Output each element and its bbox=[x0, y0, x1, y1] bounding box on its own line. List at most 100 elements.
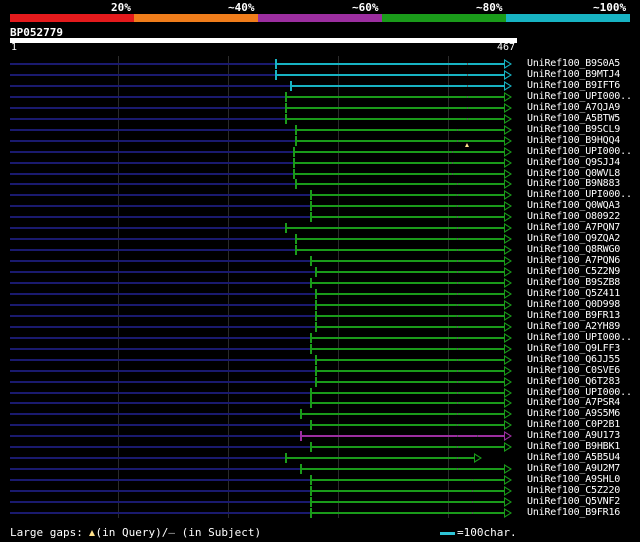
hit-name-link[interactable]: UniRef100_Q9SJJ4 bbox=[527, 157, 620, 168]
segment-tick bbox=[471, 512, 473, 514]
query-line bbox=[10, 370, 317, 372]
hit-name-link[interactable]: UniRef100_A7PQN7 bbox=[527, 222, 620, 233]
hit-name-link[interactable]: UniRef100_B9S0A5 bbox=[527, 58, 620, 69]
segment-tick bbox=[466, 107, 468, 109]
hit-bar[interactable] bbox=[311, 501, 505, 503]
hit-bar[interactable] bbox=[311, 446, 505, 448]
hit-name-link[interactable]: UniRef100_UPI000.. bbox=[527, 189, 632, 200]
hit-bar[interactable] bbox=[316, 326, 505, 328]
hit-bar[interactable] bbox=[296, 140, 505, 142]
hit-name-link[interactable]: UniRef100_UPI000.. bbox=[527, 332, 632, 343]
hit-bar[interactable] bbox=[301, 468, 505, 470]
hit-bar[interactable] bbox=[293, 162, 505, 164]
hit-bar[interactable] bbox=[301, 435, 505, 437]
hit-bar[interactable] bbox=[316, 315, 505, 317]
segment-tick bbox=[456, 249, 458, 251]
hit-name-link[interactable]: UniRef100_O80922 bbox=[527, 211, 620, 222]
hit-bar[interactable] bbox=[311, 205, 505, 207]
hit-bar[interactable] bbox=[291, 85, 505, 87]
hit-bar[interactable] bbox=[286, 457, 475, 459]
hit-bar[interactable] bbox=[311, 392, 505, 394]
hit-name-link[interactable]: UniRef100_Q6T283 bbox=[527, 376, 620, 387]
hit-bar[interactable] bbox=[286, 96, 505, 98]
query-line bbox=[10, 129, 297, 131]
hit-name-link[interactable]: UniRef100_B9HBK1 bbox=[527, 441, 620, 452]
hit-bar[interactable] bbox=[316, 381, 505, 383]
hit-arrow-inner bbox=[505, 422, 510, 428]
hit-bar[interactable] bbox=[311, 260, 505, 262]
hit-bar[interactable] bbox=[293, 173, 505, 175]
hit-name-link[interactable]: UniRef100_A2YH89 bbox=[527, 321, 620, 332]
hit-name-link[interactable]: UniRef100_B9FR13 bbox=[527, 310, 620, 321]
hit-bar[interactable] bbox=[316, 304, 505, 306]
hit-bar[interactable] bbox=[316, 271, 505, 273]
hit-name-link[interactable]: UniRef100_Q5VNF2 bbox=[527, 496, 620, 507]
hit-bar[interactable] bbox=[296, 183, 505, 185]
hit-name-link[interactable]: UniRef100_Q8RWG0 bbox=[527, 244, 620, 255]
hit-name-link[interactable]: UniRef100_Q0WQA3 bbox=[527, 200, 620, 211]
hit-name-link[interactable]: UniRef100_Q6JJ55 bbox=[527, 354, 620, 365]
hit-name-link[interactable]: UniRef100_Q0D998 bbox=[527, 299, 620, 310]
hit-name-link[interactable]: UniRef100_UPI000.. bbox=[527, 91, 632, 102]
hit-name-link[interactable]: UniRef100_A5BTW5 bbox=[527, 113, 620, 124]
hit-bar[interactable] bbox=[286, 118, 505, 120]
hit-bar[interactable] bbox=[311, 348, 505, 350]
hit-name-link[interactable]: UniRef100_A7QJA9 bbox=[527, 102, 620, 113]
hit-name-link[interactable]: UniRef100_Q5Z411 bbox=[527, 288, 620, 299]
hit-bar[interactable] bbox=[296, 249, 505, 251]
hit-bar[interactable] bbox=[311, 490, 505, 492]
hit-name-link[interactable]: UniRef100_Q9ZQA2 bbox=[527, 233, 620, 244]
hit-name-link[interactable]: UniRef100_B9SCL9 bbox=[527, 124, 620, 135]
hit-arrow-inner bbox=[505, 203, 510, 209]
hit-name-link[interactable]: UniRef100_C0SVE6 bbox=[527, 365, 620, 376]
hit-name-link[interactable]: UniRef100_A9SHL0 bbox=[527, 474, 620, 485]
hit-bar[interactable] bbox=[296, 129, 505, 131]
hit-name-link[interactable]: UniRef100_A9S5M6 bbox=[527, 408, 620, 419]
hit-name-link[interactable]: UniRef100_A7PQN6 bbox=[527, 255, 620, 266]
hit-bar[interactable] bbox=[311, 402, 505, 404]
hit-bar[interactable] bbox=[293, 151, 505, 153]
hit-name-link[interactable]: UniRef100_A9U2M7 bbox=[527, 463, 620, 474]
hit-bar[interactable] bbox=[301, 413, 505, 415]
hit-name-link[interactable]: UniRef100_C0P2B1 bbox=[527, 419, 620, 430]
hit-name-link[interactable]: UniRef100_Q9LFF3 bbox=[527, 343, 620, 354]
segment-tick bbox=[456, 227, 458, 229]
hit-name-link[interactable]: UniRef100_B9MTJ4 bbox=[527, 69, 620, 80]
hit-bar[interactable] bbox=[286, 227, 505, 229]
hit-bar[interactable] bbox=[276, 63, 505, 65]
in-subject-label: (in Subject) bbox=[181, 526, 262, 539]
query-line bbox=[10, 249, 297, 251]
query-line bbox=[10, 271, 317, 273]
hit-name-link[interactable]: UniRef100_B9SZB8 bbox=[527, 277, 620, 288]
hit-name-link[interactable]: UniRef100_B9HQQ4 bbox=[527, 135, 620, 146]
hit-bar[interactable] bbox=[276, 74, 505, 76]
hit-name-link[interactable]: UniRef100_B9IFT6 bbox=[527, 80, 620, 91]
hit-name-link[interactable]: UniRef100_B9N883 bbox=[527, 178, 620, 189]
hit-bar[interactable] bbox=[316, 293, 505, 295]
hit-name-link[interactable]: UniRef100_A9U173 bbox=[527, 430, 620, 441]
hit-name-link[interactable]: UniRef100_C5Z220 bbox=[527, 485, 620, 496]
hit-bar[interactable] bbox=[296, 238, 505, 240]
query-line bbox=[10, 282, 312, 284]
hit-bar[interactable] bbox=[311, 424, 505, 426]
hit-bar[interactable] bbox=[286, 107, 505, 109]
hit-bar[interactable] bbox=[316, 359, 505, 361]
hit-bar[interactable] bbox=[311, 282, 505, 284]
hit-bar[interactable] bbox=[311, 194, 505, 196]
hit-bar[interactable] bbox=[311, 512, 505, 514]
hit-bar[interactable] bbox=[316, 370, 505, 372]
query-line bbox=[10, 162, 294, 164]
hit-bar[interactable] bbox=[311, 479, 505, 481]
segment-tick bbox=[476, 435, 478, 437]
hit-name-link[interactable]: UniRef100_C5Z2N9 bbox=[527, 266, 620, 277]
hit-arrow-inner bbox=[505, 280, 510, 286]
hit-name-link[interactable]: UniRef100_A5B5U4 bbox=[527, 452, 620, 463]
hit-bar[interactable] bbox=[311, 216, 505, 218]
hit-name-link[interactable]: UniRef100_UPI000.. bbox=[527, 146, 632, 157]
hit-name-link[interactable]: UniRef100_B9FR16 bbox=[527, 507, 620, 518]
hit-bar[interactable] bbox=[311, 337, 505, 339]
segment-tick bbox=[466, 118, 468, 120]
segment-tick bbox=[456, 304, 458, 306]
segment-tick bbox=[456, 392, 458, 394]
hit-name-link[interactable]: UniRef100_A7PSR4 bbox=[527, 397, 620, 408]
